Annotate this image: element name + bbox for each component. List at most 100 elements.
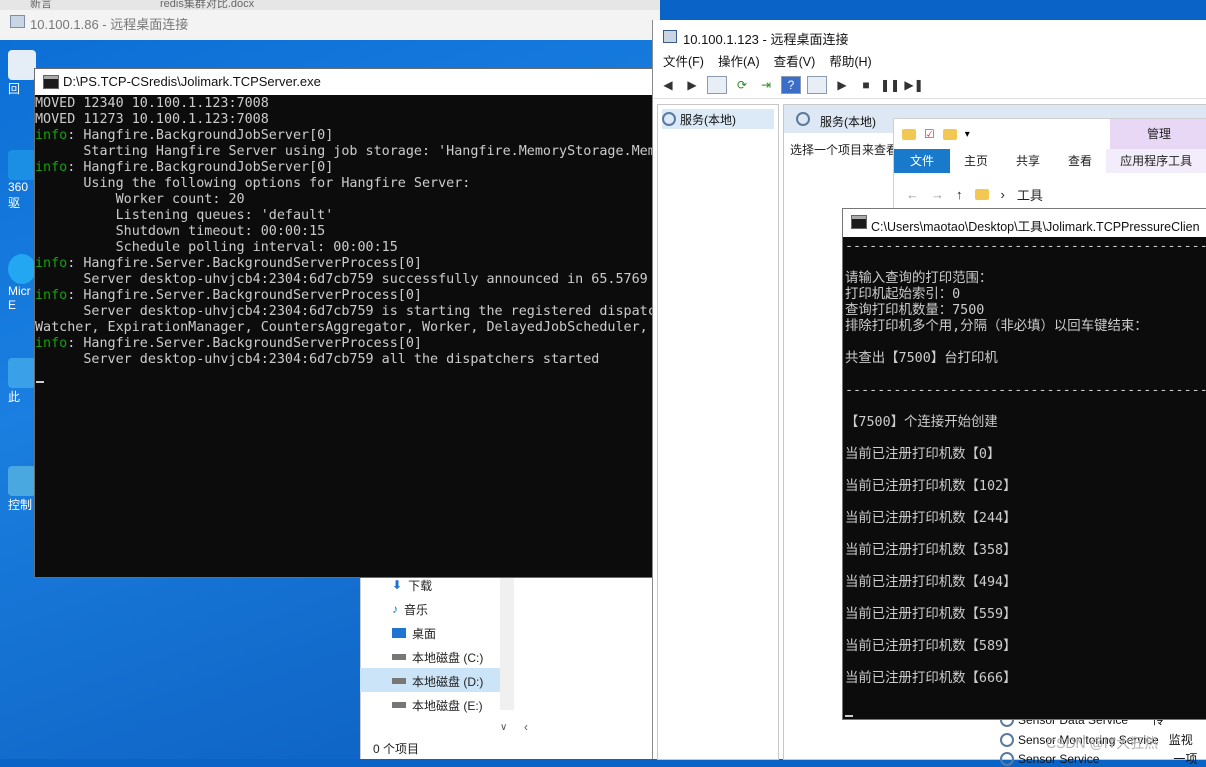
console-line: MOVED 12340 10.100.1.123:7008: [35, 96, 653, 112]
nav-item-drive-e[interactable]: 本地磁盘 (E:): [392, 694, 483, 716]
console-line: 打印机起始索引：0: [845, 287, 961, 302]
properties-icon[interactable]: [807, 76, 827, 94]
console-line: 请输入查询的打印范围：: [845, 271, 993, 286]
nav-scrollbar[interactable]: [500, 560, 514, 710]
console-cursor: [845, 715, 853, 717]
log-text: Worker count: 20: [35, 192, 245, 207]
console-line: Worker count: 20: [35, 192, 653, 208]
edge-browser-icon: [8, 254, 36, 284]
log-text: Server desktop-uhvjcb4:2304:6d7cb759 all…: [35, 352, 600, 367]
restart-icon[interactable]: ▶❚: [904, 77, 923, 93]
console-server-titlebar[interactable]: D:\PS.TCP-CSredis\Jolimark.TCPServer.exe: [35, 69, 653, 95]
stop-icon[interactable]: ■: [857, 77, 875, 93]
show-hide-tree-icon[interactable]: [707, 76, 727, 94]
chevron-left-icon[interactable]: ‹: [524, 720, 528, 734]
nav-item-desktop[interactable]: 桌面: [392, 622, 436, 644]
console-line: Schedule polling interval: 00:00:15: [35, 240, 653, 256]
menu-help[interactable]: 帮助(H): [829, 51, 871, 70]
gear-icon: [796, 112, 810, 126]
desktop-icon-label: 控制: [8, 498, 33, 512]
drive-icon: [392, 702, 406, 708]
tab-share[interactable]: 共享: [1002, 149, 1054, 173]
console-server-window[interactable]: D:\PS.TCP-CSredis\Jolimark.TCPServer.exe…: [34, 68, 654, 578]
console-line: info: Hangfire.Server.BackgroundServerPr…: [35, 256, 653, 272]
console-line: Server desktop-uhvjcb4:2304:6d7cb759 suc…: [35, 272, 653, 288]
console-line: 【7500】个连接开始创建: [845, 415, 998, 430]
nav-item-drive-c[interactable]: 本地磁盘 (C:): [392, 646, 483, 668]
console-client-window[interactable]: C:\Users\maotao\Desktop\工具\Jolimark.TCPP…: [842, 208, 1206, 720]
log-level-info: info: [35, 256, 68, 271]
checklist-icon[interactable]: ☑: [924, 127, 935, 141]
tab-view[interactable]: 查看: [1054, 149, 1106, 173]
console-server-title: D:\PS.TCP-CSredis\Jolimark.TCPServer.exe: [63, 74, 321, 89]
refresh-icon[interactable]: ⟳: [733, 77, 751, 93]
console-line: ----------------------------------------…: [845, 239, 1206, 254]
log-text: : Hangfire.Server.BackgroundServerProces…: [67, 336, 422, 351]
folder-icon[interactable]: [942, 128, 957, 140]
menu-view[interactable]: 查看(V): [774, 51, 816, 70]
pause-icon[interactable]: ❚❚: [880, 77, 900, 93]
forward-arrow-icon[interactable]: →: [931, 187, 944, 202]
recycle-bin-icon: [8, 50, 36, 80]
console-client-titlebar[interactable]: C:\Users\maotao\Desktop\工具\Jolimark.TCPP…: [843, 209, 1206, 237]
breadcrumb-folder[interactable]: 工具: [1017, 185, 1043, 204]
ribbon-manage-tab[interactable]: 管理: [1110, 119, 1206, 149]
folder-icon[interactable]: [902, 128, 916, 140]
console-client-output[interactable]: ----------------------------------------…: [845, 239, 1206, 719]
console-line: 查询打印机数量：7500: [845, 303, 985, 318]
download-arrow-icon: ⬇: [392, 578, 403, 592]
back-arrow-icon[interactable]: ◀: [659, 77, 677, 93]
console-server-output[interactable]: MOVED 12340 10.100.1.123:7008 MOVED 11273…: [35, 96, 653, 576]
play-icon[interactable]: ▶: [833, 77, 851, 93]
desktop-icon-label: Micr E: [8, 284, 31, 312]
export-icon[interactable]: ⇥: [757, 77, 775, 93]
tab-app-tools[interactable]: 应用程序工具: [1106, 149, 1206, 173]
nav-item-label: 本地磁盘 (C:): [412, 650, 484, 665]
tab-file[interactable]: 文件: [894, 149, 951, 173]
help-icon[interactable]: ?: [781, 76, 801, 94]
console-line: 当前已注册打印机数【102】: [845, 479, 1017, 494]
console-line: Listening queues: 'default': [35, 208, 653, 224]
watermark: CSDN @IT大狂热: [1046, 735, 1159, 751]
log-level-info: info: [35, 160, 68, 175]
address-bar[interactable]: ← → ↑ › 工具: [894, 181, 1206, 207]
music-note-icon: ♪: [392, 602, 398, 616]
forward-arrow-icon[interactable]: ▶: [683, 77, 701, 93]
console-line: MOVED 11273 10.100.1.123:7008: [35, 112, 653, 128]
services-detail-title: 服务(本地): [820, 115, 876, 129]
nav-item-music[interactable]: ♪ 音乐: [392, 598, 428, 620]
back-arrow-icon[interactable]: ←: [906, 187, 919, 202]
chevron-down-icon[interactable]: ∨: [500, 722, 507, 733]
nav-item-drive-d[interactable]: 本地磁盘 (D:): [392, 670, 483, 692]
log-text: : Hangfire.BackgroundJobServer[0]: [67, 128, 334, 143]
rdp2-toolbar: ◀ ▶ ⟳ ⇥ ? ▶ ■ ❚❚ ▶❚: [653, 72, 1206, 99]
menu-file[interactable]: 文件(F): [663, 51, 704, 70]
log-text: MOVED 12340 10.100.1.123:7008: [35, 96, 269, 111]
rdp1-titlebar[interactable]: 新言 redis集群对比.docx 10.100.1.86 - 远程桌面连接: [0, 0, 660, 41]
log-text: Schedule polling interval: 00:00:15: [35, 240, 398, 255]
services-hint: 选择一个项目来查看: [790, 143, 899, 157]
rdp2-menubar: 文件(F) 操作(A) 查看(V) 帮助(H): [653, 50, 1206, 70]
log-text: Shutdown timeout: 00:00:15: [35, 224, 326, 239]
tab-chip-doc[interactable]: redis集群对比.docx: [160, 0, 290, 9]
console-line: Server desktop-uhvjcb4:2304:6d7cb759 is …: [35, 304, 653, 320]
nav-item-label: 音乐: [404, 602, 429, 617]
console-line: Server desktop-uhvjcb4:2304:6d7cb759 all…: [35, 352, 653, 368]
tab-chip-left[interactable]: 新言: [30, 0, 70, 9]
menu-action[interactable]: 操作(A): [718, 51, 760, 70]
tree-node-services-local[interactable]: 服务(本地): [662, 109, 774, 129]
gear-icon: [1000, 732, 1014, 747]
up-arrow-icon[interactable]: ↑: [956, 187, 963, 202]
dropdown-icon[interactable]: ▾: [965, 129, 970, 140]
desktop-icon-label: 此: [8, 390, 21, 404]
desktop-icon: [392, 628, 406, 638]
drive-icon: [392, 654, 406, 660]
tab-home[interactable]: 主页: [950, 149, 1002, 173]
rdp2-titlebar[interactable]: 10.100.1.123 - 远程桌面连接: [653, 20, 1206, 48]
services-tree-pane: 服务(本地): [657, 104, 779, 760]
log-text: Using the following options for Hangfire…: [35, 176, 471, 191]
